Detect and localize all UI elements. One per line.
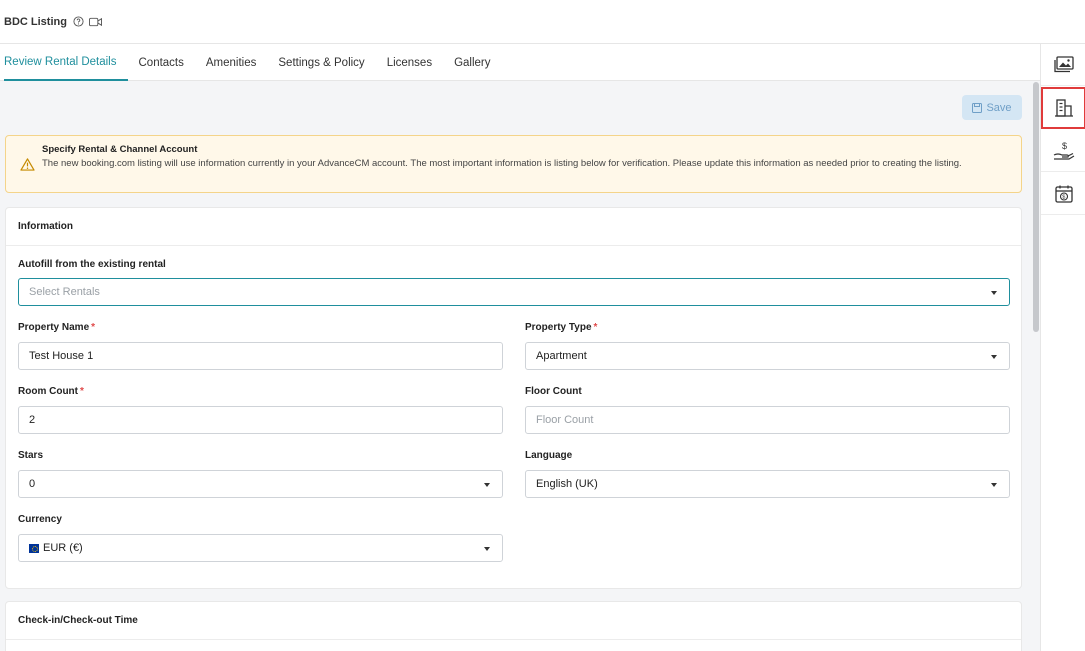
svg-text:$: $ bbox=[1062, 141, 1067, 151]
select-rentals-dropdown[interactable]: Select Rentals bbox=[18, 278, 1010, 306]
chevron-down-icon bbox=[991, 291, 997, 295]
chevron-down-icon bbox=[484, 483, 490, 487]
tab-review-rental-details[interactable]: Review Rental Details bbox=[4, 45, 128, 81]
currency-label: Currency bbox=[18, 514, 62, 525]
building-icon bbox=[1054, 98, 1073, 117]
right-sidebar: $ $ bbox=[1040, 44, 1085, 651]
property-type-value: Apartment bbox=[536, 350, 587, 362]
tab-bar: Review Rental Details Contacts Amenities… bbox=[0, 45, 1040, 81]
tab-settings-policy[interactable]: Settings & Policy bbox=[267, 45, 375, 81]
property-type-dropdown[interactable]: Apartment bbox=[525, 342, 1010, 370]
tab-amenities[interactable]: Amenities bbox=[195, 45, 268, 81]
property-name-value: Test House 1 bbox=[29, 350, 94, 362]
checkin-checkout-card: Check-in/Check-out Time bbox=[5, 601, 1022, 651]
info-alert: Specify Rental & Channel Account The new… bbox=[5, 135, 1022, 193]
room-count-value: 2 bbox=[29, 414, 36, 426]
checkin-checkout-heading: Check-in/Check-out Time bbox=[6, 602, 1021, 640]
room-count-input[interactable]: 2 bbox=[18, 406, 503, 434]
select-rentals-placeholder: Select Rentals bbox=[29, 286, 100, 298]
language-dropdown[interactable]: English (UK) bbox=[525, 470, 1010, 498]
language-value: English (UK) bbox=[536, 478, 598, 490]
tab-gallery[interactable]: Gallery bbox=[443, 45, 501, 81]
room-count-label: Room Count * bbox=[18, 386, 84, 397]
stars-value: 0 bbox=[29, 478, 36, 490]
payment-hand-icon: $ bbox=[1053, 141, 1074, 160]
chevron-down-icon bbox=[484, 547, 490, 551]
svg-text:$: $ bbox=[1062, 194, 1065, 200]
gallery-icon bbox=[1053, 56, 1074, 73]
content-scrollbar[interactable] bbox=[1032, 82, 1040, 651]
tab-contacts[interactable]: Contacts bbox=[128, 45, 195, 81]
sidebar-item-pricing-calendar[interactable]: $ bbox=[1041, 173, 1085, 215]
alert-title: Specify Rental & Channel Account bbox=[42, 144, 198, 155]
stars-label: Stars bbox=[18, 450, 44, 461]
help-circle-icon[interactable] bbox=[73, 16, 84, 27]
warning-icon bbox=[20, 158, 35, 174]
page-title: BDC Listing bbox=[4, 15, 67, 28]
currency-dropdown[interactable]: EUR (€) bbox=[18, 534, 503, 562]
tab-licenses[interactable]: Licenses bbox=[376, 45, 443, 81]
top-bar: BDC Listing bbox=[0, 0, 1085, 44]
property-name-input[interactable]: Test House 1 bbox=[18, 342, 503, 370]
language-label: Language bbox=[525, 450, 573, 461]
save-button[interactable]: Save bbox=[962, 95, 1022, 120]
floor-count-placeholder: Floor Count bbox=[536, 414, 594, 426]
property-type-label: Property Type * bbox=[525, 322, 598, 333]
information-card: Information Autofill from the existing r… bbox=[5, 207, 1022, 589]
main-content: Save Specify Rental & Channel Account Th… bbox=[0, 81, 1040, 651]
eu-flag-icon bbox=[29, 543, 39, 553]
calendar-dollar-icon: $ bbox=[1054, 185, 1073, 203]
floor-count-input[interactable]: Floor Count bbox=[525, 406, 1010, 434]
stars-dropdown[interactable]: 0 bbox=[18, 470, 503, 498]
floppy-disk-icon bbox=[972, 102, 983, 113]
autofill-label: Autofill from the existing rental bbox=[18, 259, 166, 270]
currency-value: EUR (€) bbox=[43, 542, 83, 554]
sidebar-item-gallery[interactable] bbox=[1041, 44, 1085, 86]
property-name-label: Property Name * bbox=[18, 322, 96, 333]
scrollbar-thumb[interactable] bbox=[1033, 82, 1039, 332]
floor-count-label: Floor Count bbox=[525, 386, 582, 397]
chevron-down-icon bbox=[991, 483, 997, 487]
sidebar-item-payment[interactable]: $ bbox=[1041, 130, 1085, 172]
save-label: Save bbox=[986, 101, 1012, 114]
chevron-down-icon bbox=[991, 355, 997, 359]
alert-body: The new booking.com listing will use inf… bbox=[42, 158, 962, 169]
information-heading: Information bbox=[6, 208, 1021, 246]
video-camera-icon[interactable] bbox=[88, 17, 102, 27]
sidebar-item-property[interactable] bbox=[1041, 87, 1085, 129]
